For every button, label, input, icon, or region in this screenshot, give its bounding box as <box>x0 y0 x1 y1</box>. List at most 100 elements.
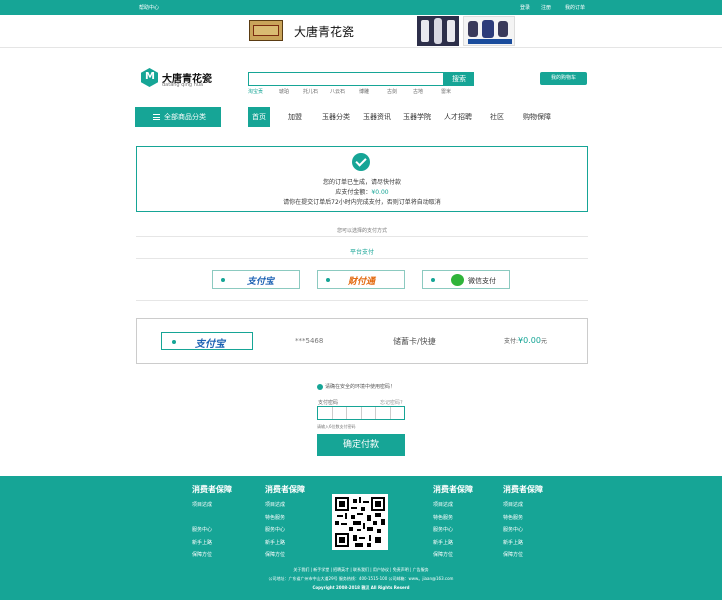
footer-link[interactable]: 项目达成 <box>503 501 543 514</box>
cart-button[interactable]: 我的购物车 <box>540 72 587 85</box>
alipay-logo: 支付宝 <box>247 277 275 287</box>
hotword-link[interactable]: 托儿石 <box>303 88 318 95</box>
platform-payment-label: 平台支付 <box>349 249 374 256</box>
help-center-link[interactable]: 帮助中心 <box>139 4 159 11</box>
hotword-link[interactable]: 琥珀 <box>279 88 289 95</box>
footer-link[interactable]: 服务中心 <box>192 526 232 539</box>
hotword-link[interactable]: 博雕 <box>359 88 369 95</box>
top-bar: 帮助中心 登录 注册 我的订单 <box>0 0 722 15</box>
password-digit-cell[interactable] <box>333 407 347 419</box>
check-icon <box>317 383 323 390</box>
footer-column: 消费者保障 项目达成 特色服务 服务中心 新手上路 保障方位 <box>433 484 473 564</box>
wechat-icon <box>451 274 464 286</box>
logo-pinyin: datang qing hua <box>162 82 204 88</box>
banner-ad-image[interactable] <box>463 16 515 46</box>
footer-link[interactable]: 项目达成 <box>192 501 232 514</box>
menu-icon <box>153 114 160 120</box>
pay-option-caifutong[interactable]: 财付通 <box>317 270 405 289</box>
footer-link[interactable]: 保障方位 <box>265 551 305 564</box>
footer-link[interactable]: 特色服务 <box>265 514 305 527</box>
payment-methods-hint: 您可以选择的支付方式 <box>336 228 387 234</box>
footer-link[interactable]: 项目达成 <box>265 501 305 514</box>
hotword-link[interactable]: 淘宝贡 <box>248 88 263 95</box>
nav-item-home[interactable]: 首页 <box>248 107 270 127</box>
all-categories-button[interactable]: 全部商品分类 <box>135 107 221 127</box>
footer-address: 公司地址：广东省广州市中山大道29号 服务热线：400-1515-100 公司邮… <box>268 576 454 581</box>
card-number: ***5468 <box>295 337 324 345</box>
card-pay-amount-value: ¥0.00 <box>518 336 541 345</box>
caifutong-logo: 财付通 <box>348 277 376 287</box>
confirm-payment-button[interactable]: 确定付款 <box>317 434 405 456</box>
nav-item-shopping-guarantee[interactable]: 购物保障 <box>523 107 551 127</box>
footer-link[interactable]: 服务中心 <box>265 526 305 539</box>
wechat-pay-label: 微信支付 <box>468 277 496 285</box>
footer-link[interactable]: 服务中心 <box>433 526 473 539</box>
footer-link[interactable]: 新手上路 <box>433 539 473 552</box>
password-hint: 请输入6位数支付密码 <box>317 424 356 429</box>
divider <box>136 236 588 237</box>
pay-option-wechat[interactable]: 微信支付 <box>422 270 510 289</box>
footer-link[interactable]: 特色服务 <box>433 514 473 527</box>
footer-link[interactable]: 新手上路 <box>192 539 232 552</box>
logo-icon[interactable] <box>141 68 158 87</box>
footer-column-title: 消费者保障 <box>192 485 232 494</box>
search-input[interactable] <box>248 72 444 86</box>
footer-link[interactable]: 保障方位 <box>503 551 543 564</box>
nav-item-jade-categories[interactable]: 玉器分类 <box>322 107 350 127</box>
divider <box>136 300 588 301</box>
footer-link[interactable]: 新手上路 <box>503 539 543 552</box>
nav-item-jobs[interactable]: 人才招聘 <box>444 107 472 127</box>
shop-banner <box>0 15 722 48</box>
hotword-link[interactable]: 八云石 <box>330 88 345 95</box>
footer-column-title: 消费者保障 <box>265 485 305 494</box>
footer-column: 消费者保障 项目达成 服务中心 新手上路 保障方位 <box>192 484 232 564</box>
footer-link[interactable] <box>192 514 232 527</box>
shop-title: 大唐青花瓷 <box>294 25 355 39</box>
password-digit-cell[interactable] <box>362 407 376 419</box>
footer-link[interactable]: 项目达成 <box>433 501 473 514</box>
footer-column-title: 消费者保障 <box>503 485 543 494</box>
password-digit-cell[interactable] <box>376 407 391 419</box>
nav-item-join[interactable]: 加盟 <box>288 107 302 127</box>
banner-ad-image[interactable] <box>417 16 459 46</box>
my-orders-link[interactable]: 我的订单 <box>565 4 585 11</box>
password-digit-cell[interactable] <box>391 407 405 419</box>
password-digit-cell[interactable] <box>347 407 362 419</box>
register-link[interactable]: 注册 <box>541 4 551 11</box>
divider <box>136 258 588 259</box>
amount-due-value: ¥0.00 <box>371 189 389 196</box>
footer-link[interactable]: 保障方位 <box>433 551 473 564</box>
alipay-logo: 支付宝 <box>195 339 225 350</box>
footer-links[interactable]: 关于我们 | 新手学堂 | 招聘英才 | 联系我们 | 用户协议 | 免责声明 … <box>0 567 722 573</box>
footer-column-title: 消费者保障 <box>433 485 473 494</box>
selected-alipay-option[interactable]: 支付宝 <box>161 332 253 350</box>
amount-due-line: 应支付金额：¥0.00 <box>335 189 389 196</box>
footer-link[interactable]: 特色服务 <box>503 514 543 527</box>
footer-link[interactable]: 保障方位 <box>192 551 232 564</box>
hotword-link[interactable]: 古地 <box>413 88 423 95</box>
footer-link[interactable]: 服务中心 <box>503 526 543 539</box>
radio-icon <box>431 278 435 282</box>
radio-icon <box>326 278 330 282</box>
nav-item-community[interactable]: 社区 <box>490 107 504 127</box>
pay-option-alipay[interactable]: 支付宝 <box>212 270 300 289</box>
order-created-message: 您的订单已生成，请尽快付款 <box>322 179 401 186</box>
footer-column: 消费者保障 项目达成 特色服务 服务中心 新手上路 保障方位 <box>265 484 305 564</box>
nav-item-jade-news[interactable]: 玉器资讯 <box>363 107 391 127</box>
footer-column: 消费者保障 项目达成 特色服务 服务中心 新手上路 保障方位 <box>503 484 543 564</box>
payment-deadline-message: 请你在提交订单后72小时内完成支付，否则订单将自动取消 <box>283 199 441 206</box>
password-label: 支付密码 <box>318 400 339 406</box>
footer-copyright: Copyright 2008-2018 雅汉 All Rights Reserd <box>312 585 410 590</box>
hotword-link[interactable]: 雷米 <box>441 88 451 95</box>
footer-link[interactable]: 新手上路 <box>265 539 305 552</box>
password-digit-cell[interactable] <box>318 407 333 419</box>
radio-selected-icon <box>221 278 225 282</box>
payment-password-input[interactable] <box>317 406 405 420</box>
forgot-password-link[interactable]: 忘记密码? <box>380 399 403 406</box>
search-button[interactable]: 搜索 <box>444 72 474 86</box>
check-circle-icon <box>352 153 370 171</box>
nav-item-jade-academy[interactable]: 玉器学院 <box>403 107 431 127</box>
hotword-link[interactable]: 古剑 <box>387 88 397 95</box>
login-link[interactable]: 登录 <box>520 4 530 11</box>
card-type: 储蓄卡/快捷 <box>393 337 436 346</box>
